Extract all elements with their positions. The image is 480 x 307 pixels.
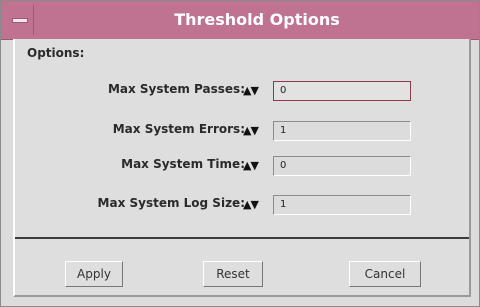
max-system-time-field[interactable]: 0 [273,156,411,176]
cancel-button[interactable]: Cancel [349,261,421,287]
max-system-passes-field[interactable]: 0 [273,81,411,101]
max-system-errors-field[interactable]: 1 [273,121,411,141]
separator-line [15,237,469,239]
max-system-log-size-label: Max System Log Size: [97,196,245,210]
max-system-time-label: Max System Time: [121,157,245,171]
apply-button[interactable]: Apply [65,261,123,287]
max-system-log-size-field[interactable]: 1 [273,195,411,215]
max-system-passes-spinner-icon[interactable]: ▲▼ [243,84,273,98]
threshold-options-dialog: Threshold Options Options: Max System Pa… [0,0,480,307]
max-system-errors-label: Max System Errors: [112,122,245,136]
window-menu-icon [12,18,28,23]
max-system-errors-spinner-icon[interactable]: ▲▼ [243,124,273,138]
dialog-title: Threshold Options [174,10,340,29]
reset-button[interactable]: Reset [203,261,263,287]
max-system-passes-label: Max System Passes: [107,82,245,96]
title-bar[interactable]: Threshold Options [1,1,479,40]
options-section-label: Options: [27,46,85,60]
max-system-log-size-spinner-icon[interactable]: ▲▼ [243,198,273,212]
window-menu-button[interactable] [4,5,34,35]
max-system-time-spinner-icon[interactable]: ▲▼ [243,159,273,173]
options-panel: Options: Max System Passes: ▲▼ 0 Max Sys… [13,39,471,297]
